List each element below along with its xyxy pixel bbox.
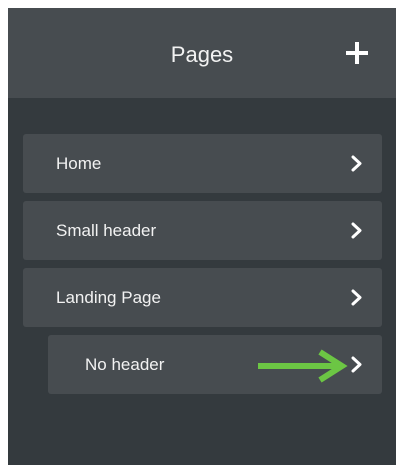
page-item-landing-page[interactable]: Landing Page	[23, 268, 382, 327]
page-item-label: No header	[85, 355, 165, 374]
add-page-button[interactable]	[340, 36, 374, 70]
chevron-right-icon	[351, 155, 362, 172]
chevron-right-icon	[351, 356, 362, 373]
pages-panel: Pages Home Small header Landing Page No …	[8, 8, 396, 465]
page-item-home[interactable]: Home	[23, 134, 382, 193]
page-item-label: Home	[56, 154, 102, 173]
page-item-small-header[interactable]: Small header	[23, 201, 382, 260]
plus-icon	[346, 42, 368, 64]
page-item-label: Landing Page	[56, 288, 161, 307]
arrow-right-icon	[258, 349, 348, 383]
panel-header: Pages	[8, 8, 396, 98]
chevron-right-icon	[351, 222, 362, 239]
panel-title: Pages	[170, 42, 234, 67]
page-item-label: Small header	[56, 221, 157, 240]
chevron-right-icon	[351, 289, 362, 306]
page-item-no-header[interactable]: No header	[48, 335, 382, 394]
